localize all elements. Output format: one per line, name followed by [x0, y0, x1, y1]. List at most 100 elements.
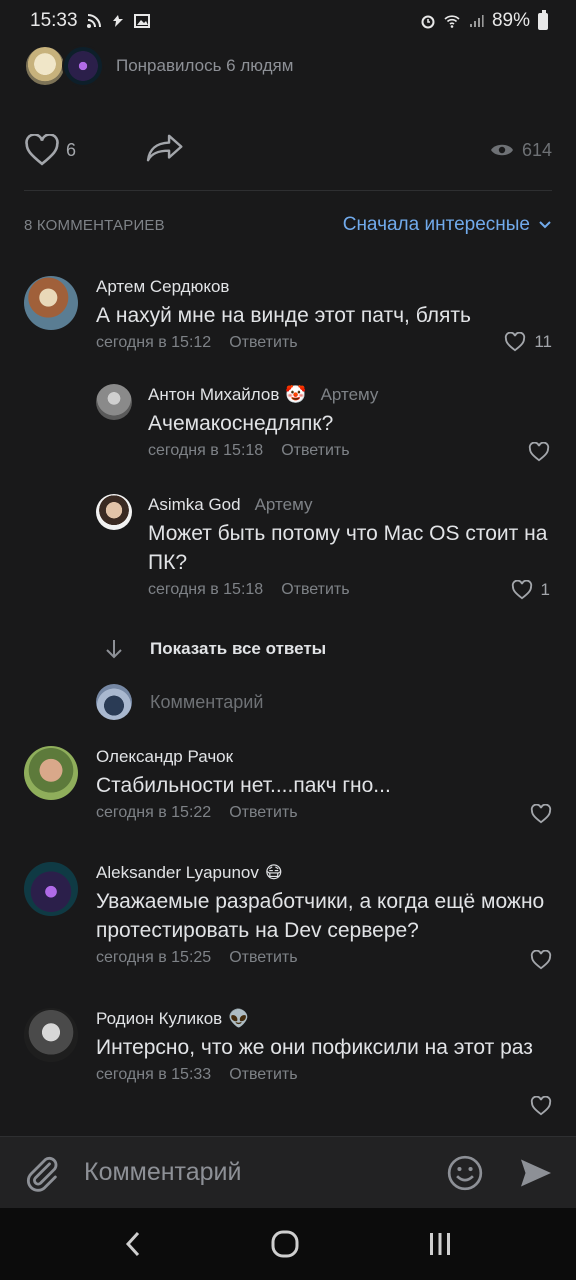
- recent-apps-icon[interactable]: [427, 1231, 453, 1257]
- comment-author[interactable]: Антон Михайлов 🤡 Артему: [148, 384, 550, 406]
- liker-avatar: [24, 45, 66, 87]
- paperclip-icon[interactable]: [22, 1153, 62, 1193]
- comment-author[interactable]: Asimka God Артему: [148, 494, 550, 516]
- share-icon: [146, 134, 183, 161]
- liker-avatar: [62, 45, 104, 87]
- show-all-replies-button[interactable]: Показать все ответы: [104, 634, 326, 664]
- heart-icon: [25, 134, 59, 166]
- liked-by-text: Понравилось 6 людям: [116, 56, 294, 75]
- gallery-icon: [133, 14, 150, 28]
- alien-emoji: 👽: [228, 1009, 250, 1028]
- comment-text: Стабильности нет....пакч гно...: [96, 774, 391, 797]
- sort-label: Сначала интересные: [342, 214, 530, 235]
- comment-like-button[interactable]: 1: [511, 580, 550, 600]
- reply-button[interactable]: Ответить: [281, 442, 349, 460]
- send-icon[interactable]: [518, 1156, 554, 1190]
- comment-like-button[interactable]: 11: [504, 332, 552, 352]
- reply-button[interactable]: Ответить: [281, 581, 349, 599]
- status-time: 15:33: [30, 10, 78, 31]
- comment-text: Может быть потому что Mac OS стоит на ПК…: [148, 522, 548, 574]
- comment-text: Ачемакоснедляпк?: [148, 412, 334, 435]
- arrow-down-icon: [106, 640, 122, 659]
- comment-author[interactable]: Aleksander Lyapunov 😷: [96, 862, 552, 884]
- battery-percent: 89%: [491, 10, 530, 31]
- rss-icon: [86, 14, 101, 28]
- reply-button[interactable]: Ответить: [229, 949, 297, 967]
- eye-icon: [490, 144, 513, 156]
- comment-composer: Комментарий: [0, 1136, 576, 1208]
- heart-icon: [530, 804, 552, 824]
- emoji-icon[interactable]: [446, 1154, 484, 1192]
- notification-icon: [112, 15, 123, 27]
- heart-icon: [530, 950, 552, 970]
- reply-to: Артему: [320, 385, 379, 404]
- comment-author[interactable]: Родион Куликов 👽: [96, 1008, 552, 1030]
- comment-like-button[interactable]: [530, 1096, 552, 1116]
- reply-button[interactable]: Ответить: [229, 804, 297, 822]
- battery-icon: [538, 9, 548, 30]
- avatar[interactable]: [24, 1008, 78, 1062]
- comment: Родион Куликов 👽 Интерсно, что же они по…: [24, 1008, 552, 1116]
- reply-to: Артему: [254, 495, 313, 514]
- comment-like-count: 11: [534, 332, 552, 351]
- avatar[interactable]: [96, 384, 132, 420]
- wifi-icon: [444, 15, 460, 28]
- chevron-down-icon: [539, 221, 551, 229]
- author-name: Aleksander Lyapunov: [96, 863, 259, 882]
- reply-comment-field[interactable]: Комментарий: [96, 682, 263, 722]
- avatar[interactable]: [96, 494, 132, 530]
- comment-time: сегодня в 15:33: [96, 1066, 212, 1083]
- comment-time: сегодня в 15:12: [96, 334, 212, 351]
- system-nav-bar: [0, 1208, 576, 1280]
- comment-like-count: 1: [540, 580, 550, 599]
- comment-author[interactable]: Артем Сердюков: [96, 276, 552, 298]
- sort-dropdown[interactable]: Сначала интересные: [343, 214, 552, 236]
- home-icon[interactable]: [270, 1229, 300, 1259]
- divider: [24, 190, 552, 191]
- comments-count: 8 КОММЕНТАРИЕВ: [24, 216, 165, 234]
- comment-like-button[interactable]: [530, 804, 552, 824]
- clown-emoji: 🤡: [285, 385, 307, 404]
- author-name: Олександр Рачок: [96, 747, 234, 766]
- status-bar: 15:33 89%: [0, 0, 576, 42]
- comment-like-button[interactable]: [528, 442, 550, 462]
- heart-icon: [530, 1096, 552, 1116]
- show-all-replies-label: Показать все ответы: [150, 639, 327, 658]
- reply-button[interactable]: Ответить: [229, 1066, 297, 1084]
- avatar[interactable]: [24, 746, 78, 800]
- comment-time: сегодня в 15:18: [148, 581, 264, 598]
- liked-by-row[interactable]: Понравилось 6 людям: [24, 44, 293, 88]
- comment-author[interactable]: Олександр Рачок: [96, 746, 552, 768]
- comment-time: сегодня в 15:22: [96, 804, 212, 821]
- author-name: Артем Сердюков: [96, 277, 230, 296]
- reply-placeholder: Комментарий: [150, 691, 264, 712]
- avatar[interactable]: [24, 862, 78, 916]
- comment-reply: Антон Михайлов 🤡 Артему Ачемакоснедляпк?…: [96, 384, 552, 462]
- alarm-icon: [421, 15, 435, 29]
- comment-input[interactable]: Комментарий: [84, 1158, 446, 1187]
- comment-text: А нахуй мне на винде этот патч, блять: [96, 304, 471, 327]
- heart-icon: [505, 332, 526, 352]
- author-name: Антон Михайлов: [148, 385, 280, 404]
- comment: Олександр Рачок Стабильности нет....пакч…: [24, 746, 552, 824]
- like-button[interactable]: 6: [24, 134, 76, 166]
- share-button[interactable]: [146, 133, 184, 168]
- comment: Артем Сердюков А нахуй мне на винде этот…: [24, 276, 552, 354]
- comment-time: сегодня в 15:18: [148, 442, 264, 459]
- comment-text: Интерсно, что же они пофиксили на этот р…: [96, 1036, 533, 1059]
- post-actions: 6 614: [24, 128, 552, 172]
- avatar[interactable]: [24, 276, 78, 330]
- comment-like-button[interactable]: [530, 950, 552, 970]
- comment: Aleksander Lyapunov 😷 Уважаемые разработ…: [24, 862, 552, 970]
- views-counter: 614: [490, 140, 552, 161]
- like-count: 6: [66, 139, 77, 160]
- comment-reply: Asimka God Артему Может быть потому что …: [96, 494, 552, 601]
- views-count: 614: [521, 139, 552, 160]
- back-icon[interactable]: [123, 1230, 143, 1258]
- reply-button[interactable]: Ответить: [229, 334, 297, 352]
- signal-icon: [469, 15, 484, 27]
- heart-icon: [511, 580, 532, 600]
- comment-time: сегодня в 15:25: [96, 949, 212, 966]
- mask-emoji: 😷: [264, 863, 283, 882]
- heart-icon: [528, 442, 550, 462]
